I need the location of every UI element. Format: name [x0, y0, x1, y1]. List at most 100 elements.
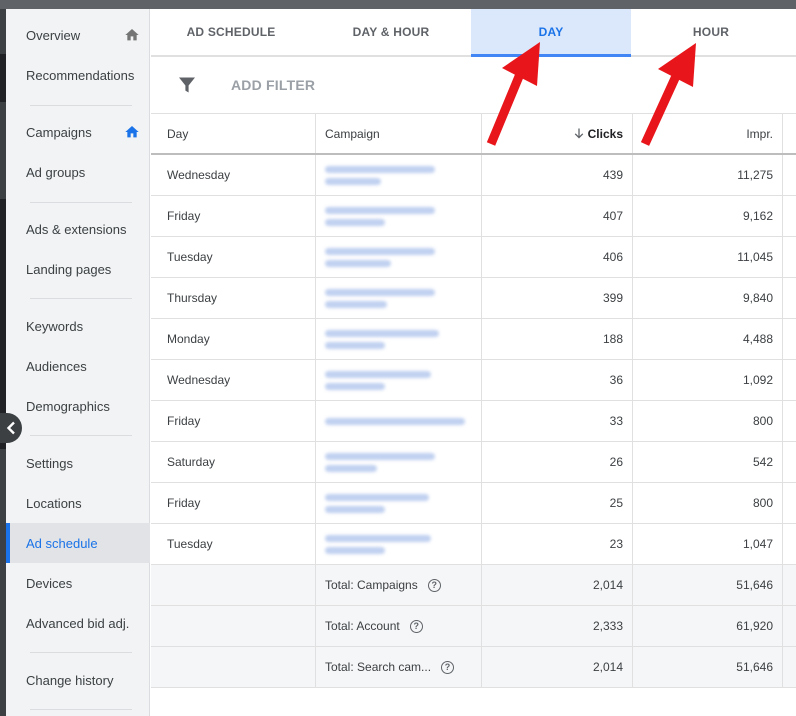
total-row: Total: Search cam...? 2,014 51,646 [151, 647, 796, 688]
total-label-cell: Total: Search cam...? [316, 647, 482, 687]
clicks-cell: 36 [482, 360, 633, 400]
table-row: Wednesday 439 11,275 [151, 155, 796, 196]
tab-day-and-hour[interactable]: DAY & HOUR [311, 9, 471, 55]
table-row: Friday 407 9,162 [151, 196, 796, 237]
add-filter-button[interactable]: ADD FILTER [231, 77, 315, 93]
overflow-cell [783, 483, 796, 523]
table-row: Wednesday 36 1,092 [151, 360, 796, 401]
column-header-impr[interactable]: Impr. [633, 114, 783, 153]
clicks-cell: 26 [482, 442, 633, 482]
overflow-cell [783, 565, 796, 605]
sidebar-item-label: Demographics [26, 398, 110, 414]
total-label-cell: Total: Campaigns? [316, 565, 482, 605]
campaign-cell[interactable] [316, 483, 482, 523]
sidebar-item-advanced-bid-adj[interactable]: Advanced bid adj. [6, 603, 150, 643]
campaign-cell[interactable] [316, 524, 482, 564]
campaign-cell[interactable] [316, 401, 482, 441]
sidebar-item-locations[interactable]: Locations [6, 483, 150, 523]
home-icon [125, 126, 139, 138]
impr-cell: 800 [633, 483, 783, 523]
sidebar-item-demographics[interactable]: Demographics [6, 386, 150, 426]
day-cell: Wednesday [151, 360, 316, 400]
overflow-cell [783, 606, 796, 646]
arrow-down-icon [574, 128, 583, 139]
sidebar-nav: Overview Recommendations Campaigns Ad gr… [6, 9, 150, 716]
clicks-cell: 439 [482, 155, 633, 195]
sidebar-item-keywords[interactable]: Keywords [6, 306, 150, 346]
sidebar-divider [30, 202, 132, 203]
day-cell: Friday [151, 196, 316, 236]
filter-bar: ADD FILTER [151, 57, 796, 114]
impr-cell: 800 [633, 401, 783, 441]
impr-cell: 61,920 [633, 606, 783, 646]
sidebar-item-label: Settings [26, 455, 73, 471]
sidebar-item-label: Locations [26, 495, 82, 511]
clicks-cell: 2,014 [482, 647, 633, 687]
campaign-cell[interactable] [316, 442, 482, 482]
overflow-cell [783, 401, 796, 441]
redacted-campaign-name [325, 493, 429, 513]
column-header-campaign[interactable]: Campaign [316, 114, 482, 153]
sidebar-item-label: Campaigns [26, 124, 92, 140]
day-cell: Tuesday [151, 237, 316, 277]
help-icon[interactable]: ? [409, 619, 423, 633]
redacted-campaign-name [325, 247, 435, 267]
redacted-campaign-name [325, 417, 465, 425]
sidebar-item-devices[interactable]: Devices [6, 563, 150, 603]
day-cell: Tuesday [151, 524, 316, 564]
day-cell [151, 606, 316, 646]
sidebar-item-recommendations[interactable]: Recommendations [6, 55, 150, 95]
sidebar-item-settings[interactable]: Settings [6, 443, 150, 483]
sidebar-item-label: Ads & extensions [26, 221, 127, 237]
column-header-day[interactable]: Day [151, 114, 316, 153]
sidebar-item-overview[interactable]: Overview [6, 15, 150, 55]
tab-label: AD SCHEDULE [186, 25, 276, 39]
sidebar-item-ad-schedule[interactable]: Ad schedule [6, 523, 150, 563]
campaign-cell[interactable] [316, 237, 482, 277]
sidebar-item-ads-extensions[interactable]: Ads & extensions [6, 209, 150, 249]
sidebar-item-label: Keywords [26, 318, 84, 334]
redacted-campaign-name [325, 288, 435, 308]
sidebar-item-landing-pages[interactable]: Landing pages [6, 249, 150, 289]
campaign-cell[interactable] [316, 278, 482, 318]
filter-funnel-icon[interactable] [178, 76, 196, 94]
day-cell [151, 647, 316, 687]
tab-bar: AD SCHEDULE DAY & HOUR DAY HOUR [151, 9, 796, 57]
sidebar-item-ad-groups[interactable]: Ad groups [6, 152, 150, 192]
tab-ad-schedule[interactable]: AD SCHEDULE [151, 9, 311, 55]
table-row: Tuesday 406 11,045 [151, 237, 796, 278]
sidebar-item-label: Landing pages [26, 261, 112, 277]
redacted-campaign-name [325, 165, 435, 185]
table-row: Thursday 399 9,840 [151, 278, 796, 319]
chevron-left-icon [6, 421, 15, 435]
help-icon[interactable]: ? [427, 578, 441, 592]
redacted-campaign-name [325, 370, 431, 390]
clicks-cell: 399 [482, 278, 633, 318]
impr-cell: 9,840 [633, 278, 783, 318]
sidebar-item-campaigns[interactable]: Campaigns [6, 112, 150, 152]
clicks-cell: 33 [482, 401, 633, 441]
sidebar-divider [30, 105, 132, 106]
day-cell: Wednesday [151, 155, 316, 195]
impr-cell: 51,646 [633, 565, 783, 605]
column-header-overflow [783, 114, 796, 153]
redacted-campaign-name [325, 452, 435, 472]
impr-cell: 1,092 [633, 360, 783, 400]
campaign-cell[interactable] [316, 196, 482, 236]
column-header-clicks[interactable]: Clicks [482, 114, 633, 153]
impr-cell: 51,646 [633, 647, 783, 687]
overflow-cell [783, 155, 796, 195]
total-row: Total: Campaigns? 2,014 51,646 [151, 565, 796, 606]
clicks-cell: 25 [482, 483, 633, 523]
campaign-cell[interactable] [316, 155, 482, 195]
tab-day[interactable]: DAY [471, 9, 631, 57]
sidebar-item-change-history[interactable]: Change history [6, 660, 150, 700]
campaign-cell[interactable] [316, 360, 482, 400]
sidebar-item-audiences[interactable]: Audiences [6, 346, 150, 386]
redacted-campaign-name [325, 329, 439, 349]
impr-cell: 9,162 [633, 196, 783, 236]
help-icon[interactable]: ? [441, 660, 455, 674]
sidebar-item-label: Recommendations [26, 67, 135, 83]
tab-hour[interactable]: HOUR [631, 9, 791, 55]
campaign-cell[interactable] [316, 319, 482, 359]
